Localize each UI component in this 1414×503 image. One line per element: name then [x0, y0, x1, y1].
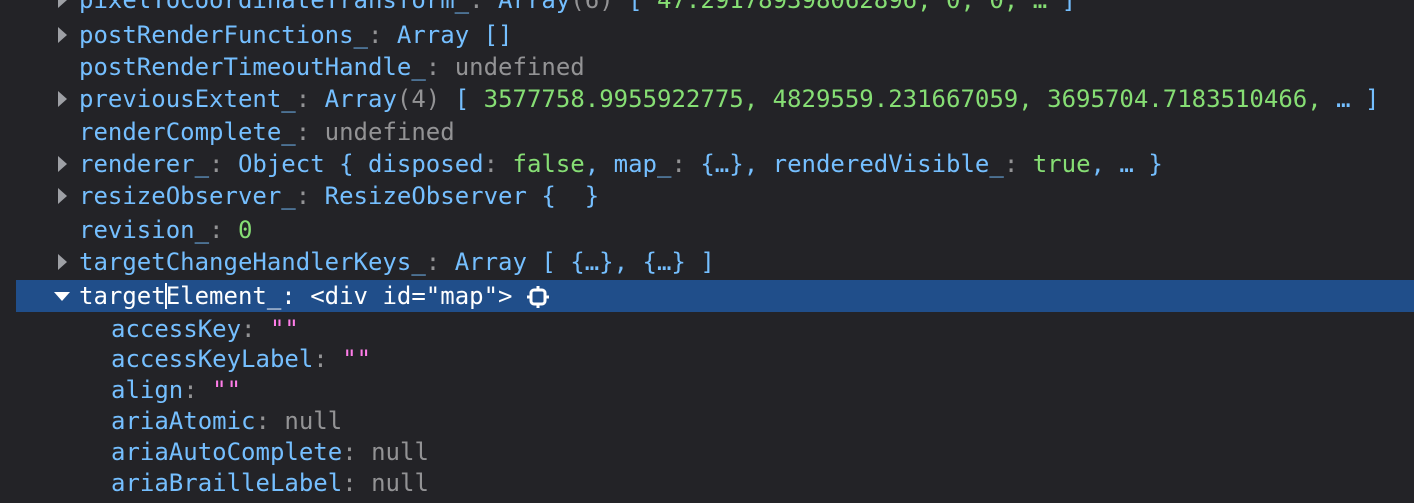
collapse-triangle-icon[interactable]	[54, 292, 70, 301]
property-key: targetChangeHandlerKeys_	[79, 248, 426, 276]
property-key: ariaAtomic	[111, 407, 256, 435]
property-value: null	[371, 438, 429, 466]
tree-row-align[interactable]: align: ""	[16, 374, 1414, 406]
property-key: ariaBrailleLabel	[111, 469, 343, 497]
crosshair-node-icon[interactable]	[526, 286, 549, 308]
property-value: Array []	[396, 21, 513, 49]
property-key: renderComplete_	[79, 118, 296, 146]
tree-row-revision[interactable]: revision_: 0	[16, 214, 1414, 246]
property-value: Array [ {…}, {…} ]	[454, 248, 715, 276]
property-value: undefined	[454, 53, 585, 81]
property-key: revision_	[79, 216, 210, 244]
tree-row-pixel-to-coordinate-transform[interactable]: pixelToCoordinateTransform_: Array(6) [ …	[16, 0, 1414, 16]
property-value: ""	[212, 376, 242, 404]
expand-triangle-icon[interactable]	[58, 188, 67, 204]
property-key: accessKeyLabel	[111, 345, 314, 373]
tree-row-aria-auto-complete[interactable]: ariaAutoComplete: null	[16, 436, 1414, 468]
property-key: postRenderFunctions_	[79, 21, 368, 49]
tree-row-aria-braille-label[interactable]: ariaBrailleLabel: null	[16, 467, 1414, 499]
tree-row-target-element[interactable]: targetElement_: <div id="map">	[16, 280, 1414, 312]
tree-row-renderer[interactable]: renderer_: Object { disposed: false, map…	[16, 148, 1414, 180]
property-value: ""	[269, 315, 299, 343]
tree-row-post-render-functions[interactable]: postRenderFunctions_: Array []	[16, 19, 1414, 51]
property-key: postRenderTimeoutHandle_	[79, 53, 426, 81]
property-value: ResizeObserver { }	[324, 182, 600, 210]
property-key: previousExtent_	[79, 85, 296, 113]
property-key: align	[111, 376, 184, 404]
tree-row-aria-atomic[interactable]: ariaAtomic: null	[16, 405, 1414, 437]
tree-row-previous-extent[interactable]: previousExtent_: Array(4) [ 3577758.9955…	[16, 83, 1414, 115]
expand-triangle-icon[interactable]	[58, 91, 67, 107]
tree-row-target-change-handler-keys[interactable]: targetChangeHandlerKeys_: Array [ {…}, {…	[16, 246, 1414, 278]
tree-row-access-key-label[interactable]: accessKeyLabel: ""	[16, 343, 1414, 375]
property-key: renderer_	[79, 150, 210, 178]
property-value: 0	[237, 216, 253, 244]
expand-triangle-icon[interactable]	[58, 254, 67, 270]
property-key: ariaAutoComplete	[111, 438, 343, 466]
property-value: null	[284, 407, 343, 435]
expand-triangle-icon[interactable]	[58, 27, 67, 43]
property-key: resizeObserver_	[79, 182, 296, 210]
property-key: targetElement_	[79, 282, 282, 310]
tree-row-access-key[interactable]: accessKey: ""	[16, 313, 1414, 345]
property-value: ""	[342, 345, 372, 373]
property-value: <div id="map">	[310, 282, 513, 310]
tree-row-post-render-timeout-handle[interactable]: postRenderTimeoutHandle_: undefined	[16, 51, 1414, 83]
tree-row-resize-observer[interactable]: resizeObserver_: ResizeObserver { }	[16, 180, 1414, 212]
tree-row-render-complete[interactable]: renderComplete_: undefined	[16, 116, 1414, 148]
property-key: accessKey	[111, 315, 242, 343]
property-value: undefined	[324, 118, 455, 146]
expand-triangle-icon[interactable]	[58, 0, 67, 8]
expand-triangle-icon[interactable]	[58, 156, 67, 172]
property-key: pixelToCoordinateTransform_	[79, 0, 470, 14]
property-value: null	[371, 469, 429, 497]
